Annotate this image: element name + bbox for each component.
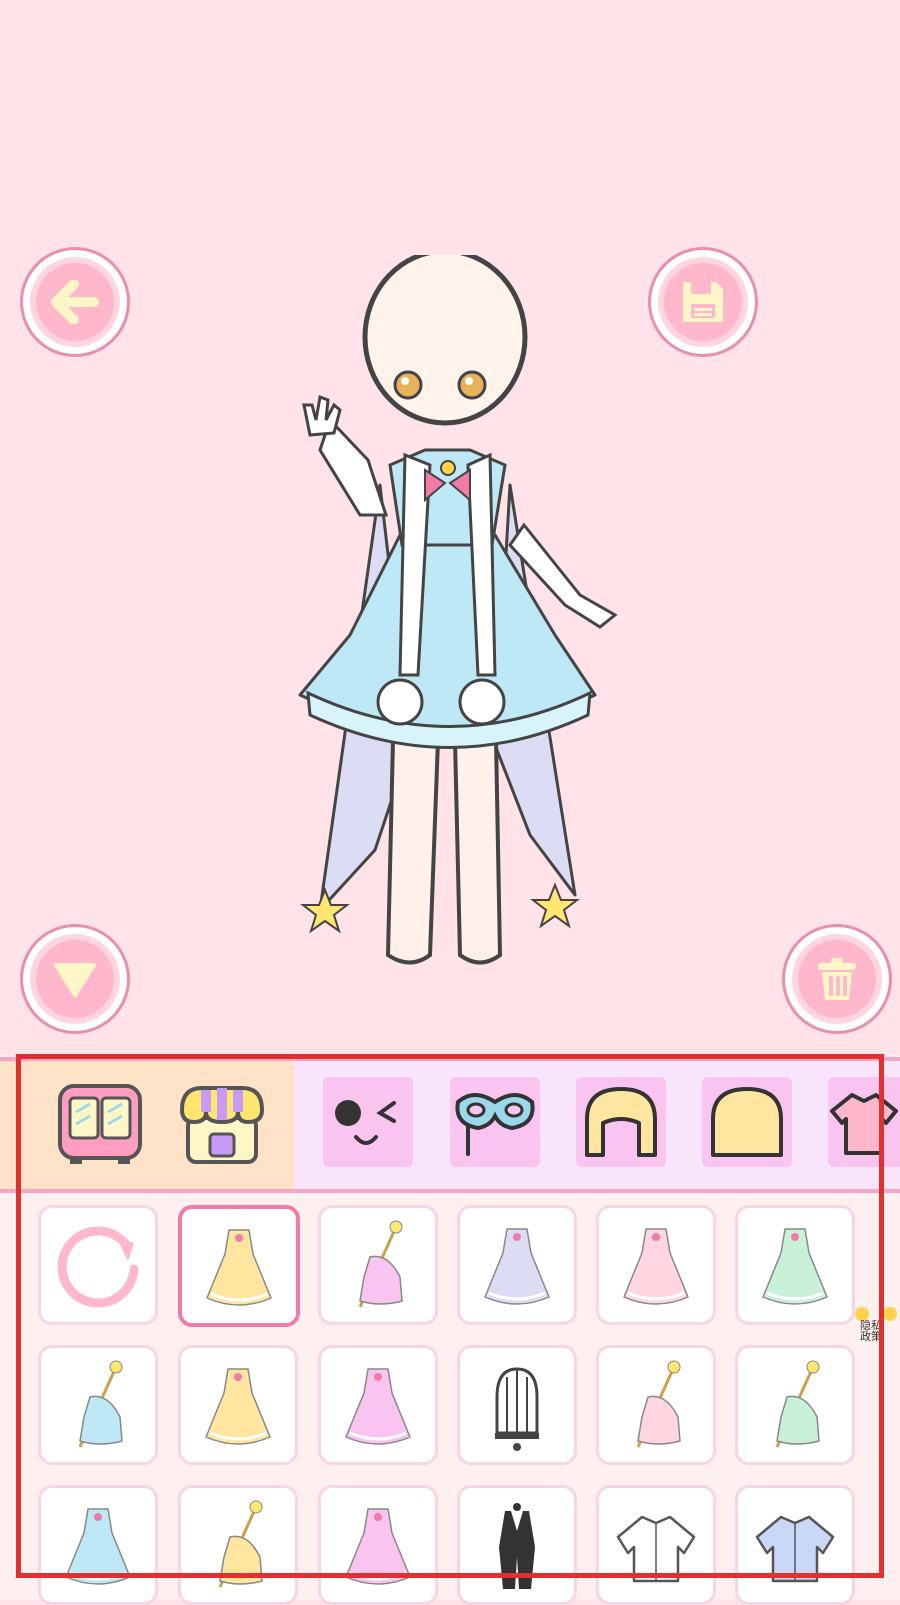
- item-cell[interactable]: [457, 1345, 577, 1465]
- privacy-label: 隐私政策: [860, 1319, 882, 1343]
- tuxedo-icon: [499, 1503, 535, 1589]
- star-wand-icon: [218, 1500, 263, 1588]
- item-cell[interactable]: [735, 1485, 855, 1605]
- save-button[interactable]: [648, 247, 758, 357]
- yellow-gown-icon: [623, 1228, 689, 1305]
- blue-cape-dress-icon: [206, 1229, 272, 1306]
- wardrobe-button[interactable]: [54, 1081, 146, 1167]
- item-cell[interactable]: [318, 1485, 438, 1605]
- shop-area: [0, 1061, 294, 1189]
- pastel-gown-icon: [345, 1368, 411, 1445]
- pink-layered-gown-icon: [345, 1508, 411, 1585]
- trash-button[interactable]: [782, 924, 892, 1034]
- item-cell[interactable]: [596, 1345, 716, 1465]
- item-cell[interactable]: [735, 1345, 855, 1465]
- floppy-disk-icon: [683, 282, 723, 322]
- eye-mask-icon: [455, 1093, 535, 1156]
- wing-staff-dress-icon: [636, 1360, 681, 1448]
- blue-shirt-icon: [755, 1515, 835, 1583]
- tab-back-hair[interactable]: [702, 1077, 792, 1167]
- staff-dress-icon: [358, 1220, 403, 1308]
- face-wink-icon: [335, 1100, 396, 1145]
- back-arrow-icon: [51, 280, 99, 324]
- white-jacket-icon: [616, 1515, 696, 1583]
- item-cell[interactable]: [318, 1345, 438, 1465]
- item-cell[interactable]: [318, 1205, 438, 1325]
- blue-ballgown-icon: [484, 1228, 550, 1305]
- shirt-icon: [830, 1093, 898, 1155]
- fairy-dress-icon: [65, 1508, 131, 1585]
- triangle-down-icon: [54, 963, 96, 997]
- birdcage-icon: [495, 1367, 539, 1451]
- item-cell[interactable]: [38, 1485, 158, 1605]
- pink-flower-gown-icon: [762, 1228, 828, 1305]
- character-preview: [298, 255, 618, 965]
- item-cell[interactable]: [457, 1205, 577, 1325]
- hair-outline-icon: [585, 1087, 657, 1157]
- item-cell[interactable]: [178, 1485, 298, 1605]
- rose-wand-icon: [775, 1360, 820, 1448]
- tab-clothes[interactable]: [828, 1077, 900, 1167]
- item-cell[interactable]: [178, 1345, 298, 1465]
- tab-accessories[interactable]: [450, 1077, 540, 1167]
- category-bar: [0, 1057, 900, 1193]
- tab-face[interactable]: [323, 1077, 413, 1167]
- store-icon: [179, 1086, 265, 1164]
- privacy-badge[interactable]: 隐私政策: [852, 1306, 900, 1346]
- item-cell[interactable]: [735, 1205, 855, 1325]
- white-gown-icon: [205, 1368, 271, 1445]
- hair-fill-icon: [711, 1087, 783, 1157]
- item-cell[interactable]: [178, 1205, 300, 1327]
- item-cell[interactable]: [596, 1205, 716, 1325]
- reset-icon: [57, 1226, 139, 1308]
- tab-front-hair[interactable]: [576, 1077, 666, 1167]
- flower-wand-icon: [78, 1360, 123, 1448]
- item-cell[interactable]: [457, 1485, 577, 1605]
- wardrobe-icon: [58, 1084, 142, 1164]
- back-button[interactable]: [20, 247, 130, 357]
- trash-icon: [818, 958, 856, 1000]
- item-cell[interactable]: [38, 1345, 158, 1465]
- item-cell[interactable]: [596, 1485, 716, 1605]
- collapse-button[interactable]: [20, 924, 130, 1034]
- item-cell[interactable]: [38, 1205, 158, 1325]
- store-button[interactable]: [176, 1081, 268, 1167]
